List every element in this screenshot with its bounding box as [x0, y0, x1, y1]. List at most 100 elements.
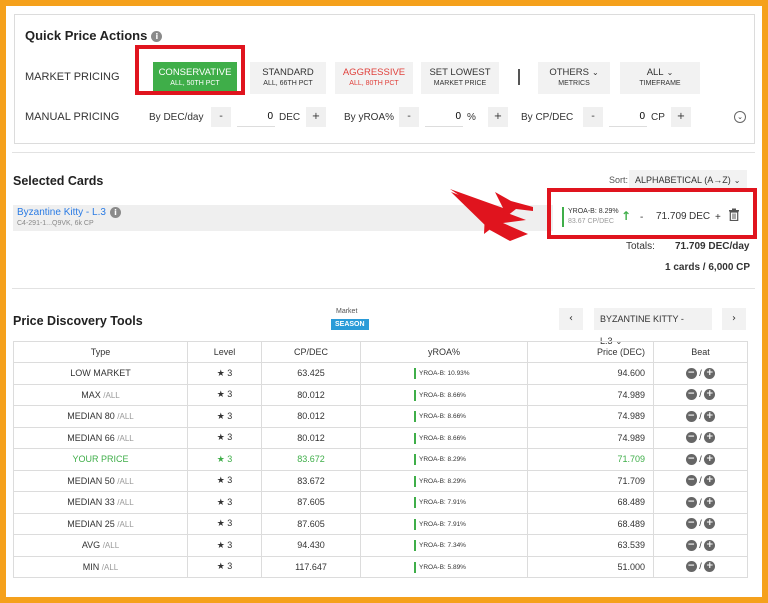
quick-price-title: Quick Price Actions i [25, 28, 163, 43]
market-pricing-label: MARKET PRICING [25, 71, 120, 83]
cp-dec-cell: 80.012 [261, 383, 361, 406]
divider [518, 69, 520, 85]
yroa-cell: YROA-B: 8.66% [360, 426, 528, 449]
yroa-cell: YROA-B: 7.91% [360, 491, 528, 514]
dec-day-minus-button[interactable]: - [211, 107, 231, 127]
minus-circle-icon[interactable]: − [685, 453, 697, 465]
yroa-minus-button[interactable]: - [399, 107, 419, 127]
star-icon: ★ [216, 476, 225, 487]
type-cell: MEDIAN 25 /ALL [13, 512, 188, 535]
plus-circle-icon[interactable]: + [704, 539, 716, 551]
price-cell: 74.989 [527, 405, 654, 428]
yroa-cell: YROA-B: 8.29% [360, 469, 528, 492]
plus-circle-icon[interactable]: + [704, 389, 716, 401]
minus-circle-icon[interactable]: − [685, 475, 697, 487]
cp-dec-minus-button[interactable]: - [583, 107, 603, 127]
plus-circle-icon[interactable]: + [704, 367, 716, 379]
col-beat: Beat [653, 341, 748, 363]
yroa-plus-button[interactable]: + [488, 107, 508, 127]
totals-label: Totals: [626, 241, 655, 252]
info-icon[interactable]: i [109, 207, 121, 218]
minus-circle-icon[interactable]: − [685, 496, 697, 508]
price-cell: 71.709 [527, 448, 654, 471]
beat-cell: − / + [653, 405, 748, 428]
plus-circle-icon[interactable]: + [704, 475, 716, 487]
cp-dec-cell: 80.012 [261, 426, 361, 449]
yroa-input[interactable] [425, 107, 463, 127]
expand-chevron-icon[interactable]: ⌄ [734, 111, 746, 123]
star-icon: ★ [216, 433, 225, 444]
cp-dec-input[interactable] [609, 107, 647, 127]
plus-circle-icon[interactable]: + [704, 453, 716, 465]
table-row: MEDIAN 50 /ALL ★ 3 83.672 YROA-B: 8.29% 71.7… [13, 469, 748, 492]
selected-cards-title: Selected Cards [13, 174, 104, 188]
table-row: MEDIAN 80 /ALL ★ 3 80.012 YROA-B: 8.66% 74.9… [13, 405, 748, 428]
cp-dec-cell: 87.605 [261, 491, 361, 514]
next-card-button[interactable]: › [722, 308, 746, 330]
minus-circle-icon[interactable]: − [685, 561, 697, 573]
plus-circle-icon[interactable]: + [704, 432, 716, 444]
level-cell: ★ 3 [187, 534, 262, 557]
market-caption: Market [336, 308, 358, 315]
beat-cell: − / + [653, 448, 748, 471]
yroa-cell: YROA-B: 7.34% [360, 534, 528, 557]
plus-circle-icon[interactable]: + [704, 518, 716, 530]
timeframe-dropdown[interactable]: ALL ⌄ TIMEFRAME [620, 62, 700, 94]
yroa-cell: YROA-B: 8.66% [360, 383, 528, 406]
dec-day-plus-button[interactable]: + [306, 107, 326, 127]
level-cell: ★ 3 [187, 491, 262, 514]
cp-dec-label: By CP/DEC [521, 112, 574, 123]
beat-cell: − / + [653, 362, 748, 385]
section-divider [12, 152, 755, 153]
col-cp-dec: CP/DEC [261, 341, 361, 363]
beat-cell: − / + [653, 426, 748, 449]
minus-circle-icon[interactable]: − [685, 389, 697, 401]
table-row: MEDIAN 33 /ALL ★ 3 87.605 YROA-B: 7.91% 68.4… [13, 491, 748, 514]
col-price: Price (DEC) [527, 341, 654, 363]
aggressive-button[interactable]: AGGRESSIVE ALL, 80TH PCT [335, 62, 413, 94]
type-cell: YOUR PRICE [13, 448, 188, 471]
card-id: C4-291-1...Q9VK, 6k CP [17, 220, 94, 227]
conservative-highlight [135, 45, 245, 95]
set-lowest-button[interactable]: SET LOWEST MARKET PRICE [421, 62, 499, 94]
plus-circle-icon[interactable]: + [704, 496, 716, 508]
type-cell: LOW MARKET [13, 362, 188, 385]
minus-circle-icon[interactable]: − [685, 518, 697, 530]
season-badge[interactable]: SEASON [331, 319, 369, 330]
totals-value: 71.709 DEC/day [675, 241, 750, 252]
col-level: Level [187, 341, 262, 363]
plus-circle-icon[interactable]: + [704, 561, 716, 573]
minus-circle-icon[interactable]: − [685, 539, 697, 551]
type-cell: MIN /ALL [13, 555, 188, 578]
dec-day-input[interactable] [237, 107, 275, 127]
level-cell: ★ 3 [187, 555, 262, 578]
star-icon: ★ [216, 411, 225, 422]
standard-button[interactable]: STANDARD ALL, 66TH PCT [250, 62, 326, 94]
sort-dropdown[interactable]: ALPHABETICAL (A→Z) ⌄ [629, 170, 747, 190]
manual-pricing-label: MANUAL PRICING [25, 111, 120, 123]
type-cell: MEDIAN 80 /ALL [13, 405, 188, 428]
beat-cell: − / + [653, 383, 748, 406]
plus-circle-icon[interactable]: + [704, 410, 716, 422]
card-name-link[interactable]: Byzantine Kitty - L.3 i [17, 207, 121, 218]
price-cell: 63.539 [527, 534, 654, 557]
price-cell: 94.600 [527, 362, 654, 385]
minus-circle-icon[interactable]: − [685, 410, 697, 422]
beat-cell: − / + [653, 512, 748, 535]
chevron-down-icon: ⌄ [591, 68, 599, 77]
prev-card-button[interactable]: ‹ [559, 308, 583, 330]
col-yroa: yROA% [360, 341, 528, 363]
minus-circle-icon[interactable]: − [685, 367, 697, 379]
table-row: MAX /ALL ★ 3 80.012 YROA-B: 8.66% 74.989− / … [13, 383, 748, 406]
yroa-cell: YROA-B: 8.29% [360, 448, 528, 471]
info-icon[interactable]: i [151, 31, 163, 43]
beat-cell: − / + [653, 491, 748, 514]
cp-dec-cell: 87.605 [261, 512, 361, 535]
chevron-down-icon: ⌄ [666, 68, 674, 77]
minus-circle-icon[interactable]: − [685, 432, 697, 444]
yroa-unit: % [467, 112, 476, 123]
card-select-dropdown[interactable]: BYZANTINE KITTY - L.3 ⌄ [594, 308, 712, 346]
type-cell: MEDIAN 50 /ALL [13, 469, 188, 492]
cp-dec-plus-button[interactable]: + [671, 107, 691, 127]
others-metrics-dropdown[interactable]: OTHERS ⌄ METRICS [538, 62, 610, 94]
